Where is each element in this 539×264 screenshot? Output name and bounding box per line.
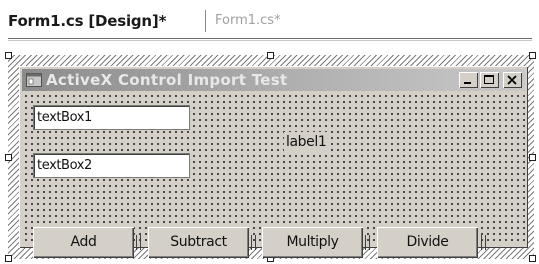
label1[interactable]: label1	[284, 132, 329, 152]
multiply-button[interactable]: Multiply	[262, 227, 363, 258]
form-title: ActiveX Control Import Test	[46, 71, 288, 89]
subtract-button[interactable]: Subtract	[148, 227, 249, 258]
form-app-icon	[26, 73, 42, 87]
document-tab-strip: Form1.cs [Design]* Form1.cs*	[0, 0, 539, 41]
tab-separator	[205, 10, 206, 32]
tab-strip-divider	[8, 38, 532, 39]
button-separator	[365, 235, 370, 250]
resize-handle-right[interactable]	[529, 154, 536, 161]
form-client-area[interactable]: textBox1 textBox2 label1 Add Subtract Mu…	[22, 92, 525, 258]
tab-form1-design[interactable]: Form1.cs [Design]*	[8, 8, 166, 34]
resize-handle-top-right[interactable]	[529, 52, 536, 59]
tab-form1-code[interactable]: Form1.cs*	[215, 8, 281, 34]
resize-handle-top-left[interactable]	[5, 52, 12, 59]
textbox1[interactable]: textBox1	[33, 105, 190, 130]
maximize-button[interactable]	[480, 72, 499, 88]
resize-handle-bottom-left[interactable]	[5, 255, 12, 262]
minimize-button[interactable]	[459, 72, 478, 88]
add-button[interactable]: Add	[33, 227, 134, 258]
resize-handle-left[interactable]	[5, 154, 12, 161]
form1-window[interactable]: ActiveX Control Import Test textBox1 tex…	[19, 66, 528, 258]
divide-button[interactable]: Divide	[377, 227, 478, 258]
resize-handle-bottom-right[interactable]	[529, 255, 536, 262]
button-separator	[251, 235, 256, 250]
button-separator	[481, 235, 486, 250]
button-separator	[136, 235, 141, 250]
resize-handle-top[interactable]	[267, 52, 274, 59]
textbox2[interactable]: textBox2	[33, 153, 190, 178]
close-icon	[507, 75, 517, 85]
close-button[interactable]	[503, 72, 522, 88]
form-title-bar[interactable]: ActiveX Control Import Test	[22, 69, 525, 91]
tab-strip-divider-light	[8, 40, 532, 41]
maximize-icon	[484, 75, 494, 84]
minimize-icon	[464, 82, 471, 84]
